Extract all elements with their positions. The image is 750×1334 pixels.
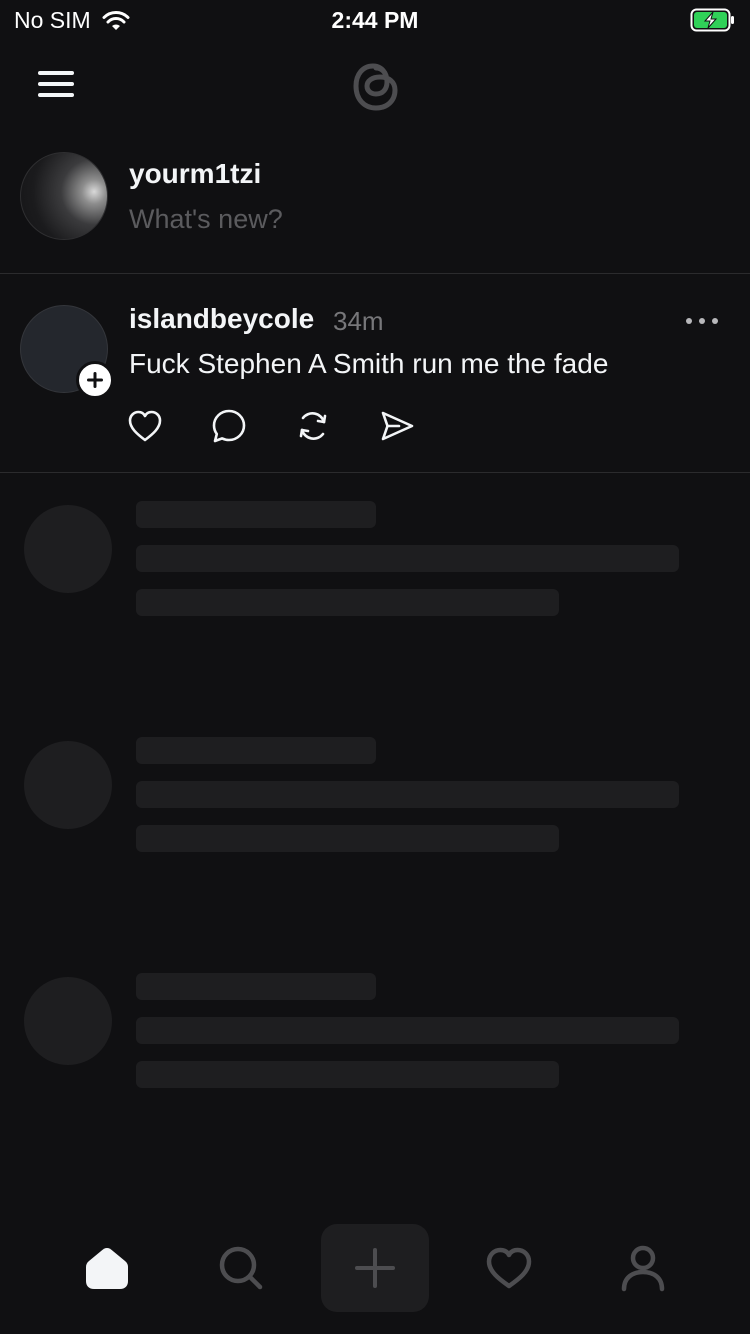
skeleton-line xyxy=(136,589,559,616)
reply-button[interactable] xyxy=(211,408,247,444)
reply-icon xyxy=(212,409,246,443)
create-icon xyxy=(355,1248,395,1288)
skeleton-line xyxy=(136,781,679,808)
nav-create[interactable] xyxy=(321,1224,429,1312)
header xyxy=(0,44,750,134)
post[interactable]: islandbeycole 34m Fuck Stephen A Smith r… xyxy=(0,275,750,473)
like-icon xyxy=(128,410,162,442)
avatar[interactable] xyxy=(20,152,108,240)
share-button[interactable] xyxy=(379,408,415,444)
status-bar: No SIM 2:44 PM xyxy=(0,0,750,40)
nav-search[interactable] xyxy=(187,1224,295,1312)
home-icon xyxy=(86,1248,128,1289)
loading-placeholder xyxy=(0,737,750,941)
menu-button[interactable] xyxy=(28,62,84,106)
repost-button[interactable] xyxy=(295,408,331,444)
search-icon xyxy=(219,1246,263,1290)
plus-icon xyxy=(87,372,103,388)
skeleton-line xyxy=(136,825,559,852)
post-author[interactable]: islandbeycole xyxy=(129,303,314,335)
nav-profile[interactable] xyxy=(589,1224,697,1312)
skeleton-line xyxy=(136,501,376,528)
skeleton-avatar xyxy=(24,741,112,829)
more-options-button[interactable] xyxy=(682,311,722,331)
post-avatar-wrap[interactable] xyxy=(20,305,116,401)
battery-charging-icon xyxy=(690,8,734,32)
post-time: 34m xyxy=(333,306,384,336)
skeleton-avatar xyxy=(24,505,112,593)
threads-logo[interactable] xyxy=(343,52,407,125)
share-icon xyxy=(381,411,414,441)
skeleton-line xyxy=(136,1061,559,1088)
bottom-nav xyxy=(0,1224,750,1334)
activity-icon xyxy=(486,1247,532,1289)
nav-activity[interactable] xyxy=(455,1224,563,1312)
compose-row[interactable]: yourm1tzi What's new? xyxy=(0,140,750,274)
more-icon xyxy=(686,318,718,324)
menu-icon xyxy=(38,71,74,97)
loading-placeholder xyxy=(0,973,750,1177)
follow-button[interactable] xyxy=(76,361,114,399)
post-actions xyxy=(127,408,415,448)
threads-logo-icon xyxy=(353,63,398,111)
compose-input[interactable]: What's new? xyxy=(129,204,283,235)
repost-icon xyxy=(299,412,327,440)
skeleton-avatar xyxy=(24,977,112,1065)
skeleton-line xyxy=(136,1017,679,1044)
status-time: 2:44 PM xyxy=(331,7,419,33)
compose-username: yourm1tzi xyxy=(129,158,262,189)
profile-icon xyxy=(621,1245,665,1292)
loading-placeholder xyxy=(0,501,750,705)
skeleton-line xyxy=(136,737,376,764)
battery-indicator xyxy=(690,8,736,37)
nav-home[interactable] xyxy=(53,1224,161,1312)
post-text: Fuck Stephen A Smith run me the fade xyxy=(129,348,609,379)
like-button[interactable] xyxy=(127,408,163,444)
skeleton-line xyxy=(136,973,376,1000)
skeleton-line xyxy=(136,545,679,572)
